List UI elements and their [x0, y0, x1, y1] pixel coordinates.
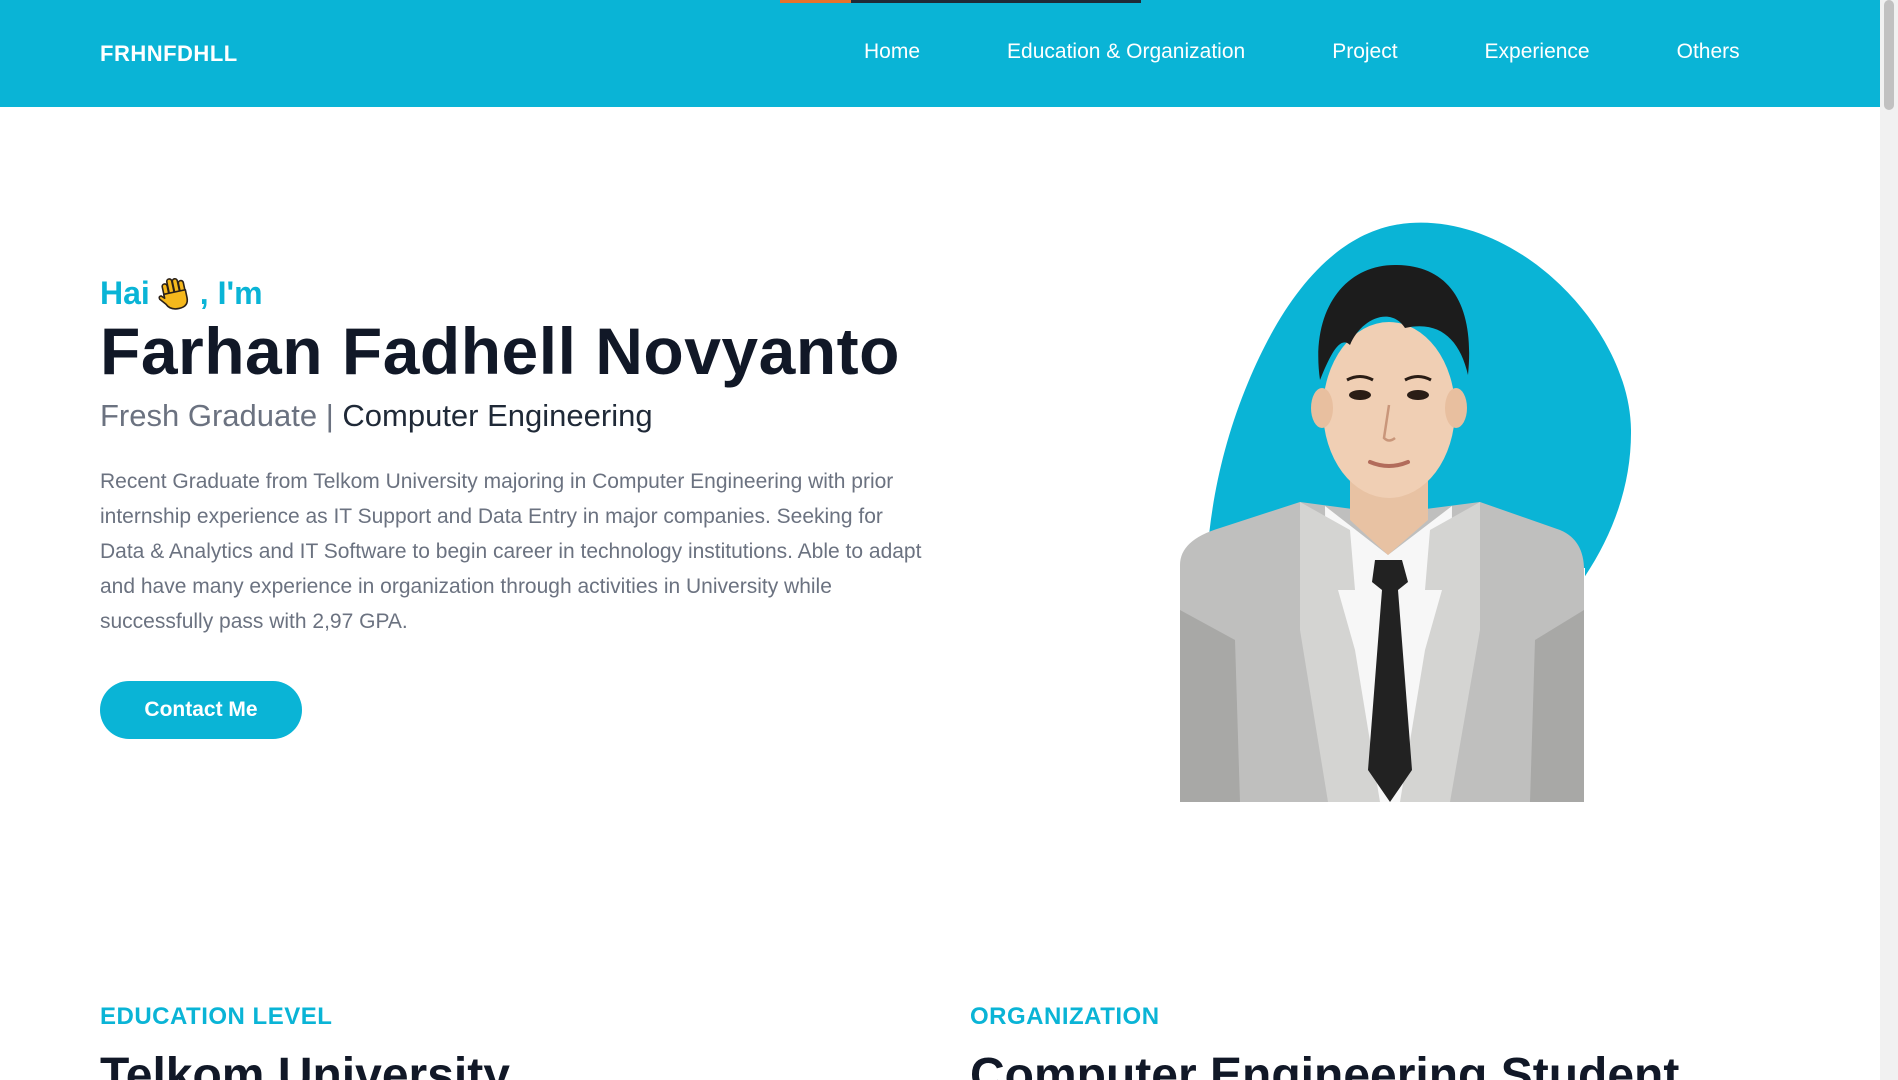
nav-link-experience[interactable]: Experience — [1485, 40, 1590, 63]
nav-link-home[interactable]: Home — [864, 40, 920, 63]
nav-item-project: Project — [1332, 40, 1397, 68]
hero-subtitle: Fresh Graduate | Computer Engineering — [100, 398, 653, 434]
greeting-prefix: Hai — [100, 274, 150, 311]
nav-item-experience: Experience — [1485, 40, 1590, 68]
page-scrollbar[interactable] — [1880, 0, 1898, 1080]
nav-link-education-organization[interactable]: Education & Organization — [1007, 40, 1245, 63]
education-level-label: EDUCATION LEVEL — [100, 1003, 333, 1030]
page: FRHNFDHLL Home Education & Organization … — [0, 0, 1898, 1080]
hero-name: Farhan Fadhell Novyanto — [100, 314, 900, 388]
brand-logo[interactable]: FRHNFDHLL — [100, 41, 238, 67]
nav-menu: Home Education & Organization Project Ex… — [864, 40, 1740, 68]
profile-portrait — [1150, 210, 1650, 810]
navbar: FRHNFDHLL Home Education & Organization … — [0, 0, 1898, 107]
nav-link-others[interactable]: Others — [1677, 40, 1740, 63]
greeting-suffix: , I'm — [199, 274, 263, 311]
organization-label: ORGANIZATION — [970, 1003, 1160, 1030]
hero-greeting: Hai , I'm — [100, 274, 263, 312]
education-heading: Telkom University — [100, 1049, 510, 1080]
scroll-progress-fill — [780, 0, 851, 3]
profile-photo — [1180, 222, 1632, 802]
nav-item-home: Home — [864, 40, 920, 68]
nav-link-project[interactable]: Project — [1332, 40, 1397, 63]
nav-item-others: Others — [1677, 40, 1740, 68]
subtitle-role: Fresh Graduate | — [100, 398, 343, 433]
scrollbar-thumb[interactable] — [1884, 0, 1894, 110]
hero-description: Recent Graduate from Telkom University m… — [100, 470, 922, 633]
organization-heading: Computer Engineering Student — [970, 1049, 1680, 1080]
scroll-progress-bar — [780, 0, 1141, 3]
waving-hand-icon — [156, 274, 194, 312]
contact-me-button[interactable]: Contact Me — [100, 681, 302, 739]
subtitle-major: Computer Engineering — [342, 398, 653, 433]
nav-item-education: Education & Organization — [1007, 40, 1245, 68]
